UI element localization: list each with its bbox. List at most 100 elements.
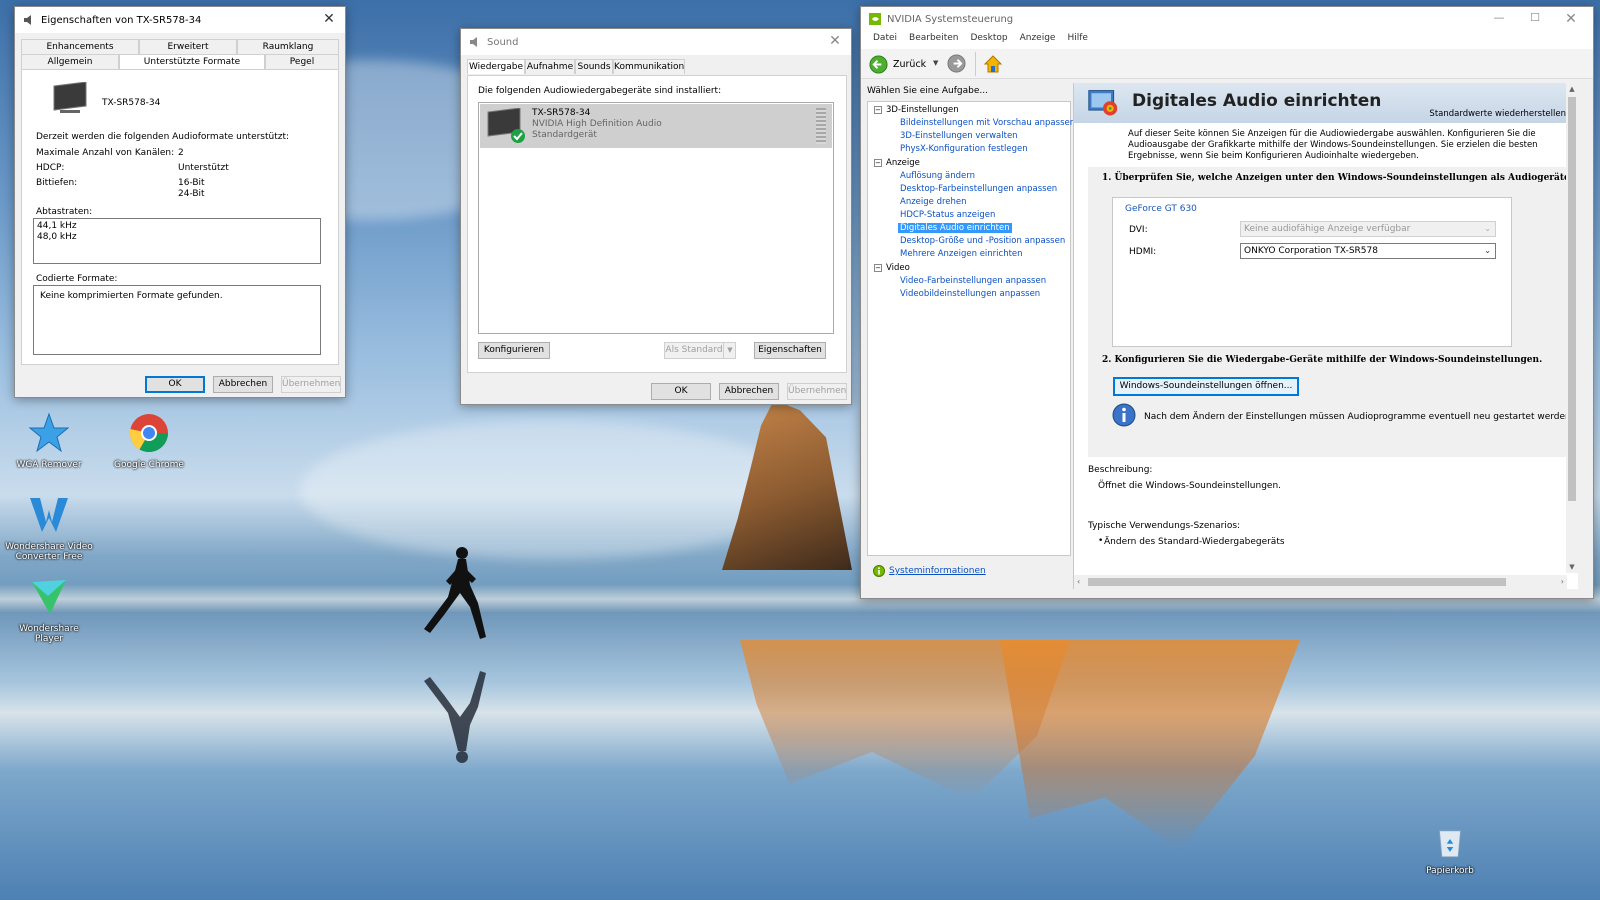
properties-button[interactable]: Eigenschaften [754,342,826,359]
bit-depth-value: 16-Bit [178,178,205,188]
back-dropdown-icon[interactable]: ▼ [933,59,938,67]
dvi-label: DVI: [1129,225,1148,235]
desktop-icon-wga-remover[interactable]: WGA Remover [4,412,94,470]
scroll-thumb[interactable] [1088,578,1506,586]
scroll-down-icon[interactable]: ▼ [1566,563,1578,571]
gpu-name: GeForce GT 630 [1125,204,1197,214]
sample-rates-label: Abtastraten: [36,207,93,217]
scroll-thumb[interactable] [1568,97,1576,501]
tree-item-video-image[interactable]: Videobildeinstellungen anpassen [900,289,1040,299]
sample-rate-item: 48,0 kHz [37,232,77,242]
forward-arrow-icon[interactable] [947,54,966,73]
tab-erweitert[interactable]: Erweitert [139,39,237,54]
dvi-select[interactable]: Keine audiofähige Anzeige verfügbar ⌄ [1240,221,1496,237]
configure-button[interactable]: Konfigurieren [478,342,550,359]
scroll-up-icon[interactable]: ▲ [1566,85,1578,93]
properties-titlebar[interactable]: Eigenschaften von TX-SR578-34 ✕ [15,7,345,33]
scroll-right-icon[interactable]: › [1561,577,1564,586]
usage-item: Ändern des Standard-Wiedergabegeräts [1104,537,1285,547]
tree-item-video-color[interactable]: Video-Farbeinstellungen anpassen [900,276,1046,286]
vertical-scrollbar[interactable]: ▲ ▼ [1566,83,1578,573]
scroll-left-icon[interactable]: ‹ [1077,577,1080,586]
tree-item-hdcp[interactable]: HDCP-Status anzeigen [900,210,995,220]
desktop-icon-wondershare-video-converter[interactable]: Wondershare Video Converter Free [4,494,94,562]
tab-supported-formats[interactable]: Unterstützte Formate [119,54,265,69]
sysinfo-link[interactable]: Systeminformationen [889,566,986,576]
desktop-icon-wondershare-player[interactable]: Wondershare Player [4,576,94,644]
tab-pegel[interactable]: Pegel [265,54,339,69]
back-button[interactable]: Zurück [869,54,926,74]
device-row[interactable]: TX-SR578-34 NVIDIA High Definition Audio… [480,104,832,148]
coded-formats-list[interactable]: Keine komprimierten Formate gefunden. [33,285,321,355]
home-icon[interactable] [983,54,1003,74]
tab-kommunikation[interactable]: Kommunikation [613,59,685,74]
tree-item-digital-audio[interactable]: Digitales Audio einrichten [898,223,1012,233]
cancel-button[interactable]: Abbrechen [213,376,273,393]
collapse-icon[interactable]: − [874,106,882,114]
tree-category-3d[interactable]: 3D-Einstellungen [886,105,959,115]
menu-desktop[interactable]: Desktop [964,31,1013,49]
tree-item-rotate[interactable]: Anzeige drehen [900,197,967,207]
sample-rates-list[interactable]: 44,1 kHz 48,0 kHz [33,218,321,264]
tab-raumklang[interactable]: Raumklang [237,39,339,54]
toolbar-divider [975,52,976,76]
description-label: Beschreibung: [1088,465,1153,475]
menu-bearbeiten[interactable]: Bearbeiten [903,31,964,49]
tree-item-manage-3d[interactable]: 3D-Einstellungen verwalten [900,131,1018,141]
ok-button[interactable]: OK [145,376,205,393]
apply-button[interactable]: Übernehmen [281,376,341,393]
wondershare-w-icon [30,498,68,532]
restore-defaults-link[interactable]: Standardwerte wiederherstellen [1429,109,1566,119]
hdmi-select[interactable]: ONKYO Corporation TX-SR578 ⌄ [1240,243,1496,259]
collapse-icon[interactable]: − [874,159,882,167]
desktop-icon-recycle-bin[interactable]: Papierkorb [1405,826,1495,876]
maximize-icon[interactable]: ☐ [1527,11,1543,27]
menu-hilfe[interactable]: Hilfe [1061,31,1093,49]
close-icon[interactable]: ✕ [1563,11,1579,27]
tree-item-multiple-displays[interactable]: Mehrere Anzeigen einrichten [900,249,1023,259]
step2-heading: 2. Konfigurieren Sie die Wiedergabe-Gerä… [1102,355,1543,365]
usage-bullet: • [1098,536,1104,546]
minimize-icon[interactable]: — [1491,11,1507,27]
tab-enhancements[interactable]: Enhancements [21,39,139,54]
tab-aufnahme[interactable]: Aufnahme [525,59,575,74]
toolbar: Zurück ▼ [861,49,1593,79]
menu-bar: Datei Bearbeiten Desktop Anzeige Hilfe [861,31,1593,49]
content-panel: Digitales Audio einrichten Standardwerte… [1073,83,1578,589]
tree-item-image-settings[interactable]: Bildeinstellungen mit Vorschau anpassen [900,118,1075,128]
sound-titlebar[interactable]: Sound ✕ [461,29,851,55]
menu-datei[interactable]: Datei [867,31,903,49]
menu-anzeige[interactable]: Anzeige [1014,31,1062,49]
tree-category-video[interactable]: Video [886,263,910,273]
tab-allgemein[interactable]: Allgemein [21,54,119,69]
tree-item-desktop-size[interactable]: Desktop-Größe und -Position anpassen [900,236,1065,246]
tree-item-resolution[interactable]: Auflösung ändern [900,171,975,181]
nvidia-titlebar[interactable]: NVIDIA Systemsteuerung — ☐ ✕ [861,7,1593,31]
chevron-down-icon: ⌄ [1484,246,1491,255]
device-list[interactable]: TX-SR578-34 NVIDIA High Definition Audio… [478,102,834,334]
max-channels-value: 2 [178,148,184,158]
chevron-down-icon[interactable]: ▼ [723,342,736,359]
cancel-button[interactable]: Abbrechen [719,383,779,400]
collapse-icon[interactable]: − [874,264,882,272]
desktop-icon-label: WGA Remover [16,460,82,470]
ok-button[interactable]: OK [651,383,711,400]
tree-item-desktop-color[interactable]: Desktop-Farbeinstellungen anpassen [900,184,1057,194]
window-title: Eigenschaften von TX-SR578-34 [41,14,202,26]
tab-wiedergabe[interactable]: Wiedergabe [467,59,525,74]
tree-category-display[interactable]: Anzeige [886,158,920,168]
digital-audio-icon [1088,90,1118,116]
hdmi-label: HDMI: [1129,247,1157,257]
tree-item-physx[interactable]: PhysX-Konfiguration festlegen [900,144,1028,154]
horizontal-scrollbar[interactable]: ‹ › [1074,575,1567,589]
close-icon[interactable]: ✕ [827,33,843,49]
desktop-icon-google-chrome[interactable]: Google Chrome [104,412,194,470]
hdmi-select-value: ONKYO Corporation TX-SR578 [1244,246,1378,256]
open-sound-settings-button[interactable]: Windows-Soundeinstellungen öffnen... [1113,377,1299,396]
bit-depth-label: Bittiefen: [36,178,78,188]
usage-label: Typische Verwendungs-Szenarios: [1088,521,1241,531]
tab-sounds[interactable]: Sounds [575,59,613,74]
close-icon[interactable]: ✕ [321,11,337,27]
apply-button[interactable]: Übernehmen [787,383,847,400]
monitor-icon [53,82,87,113]
